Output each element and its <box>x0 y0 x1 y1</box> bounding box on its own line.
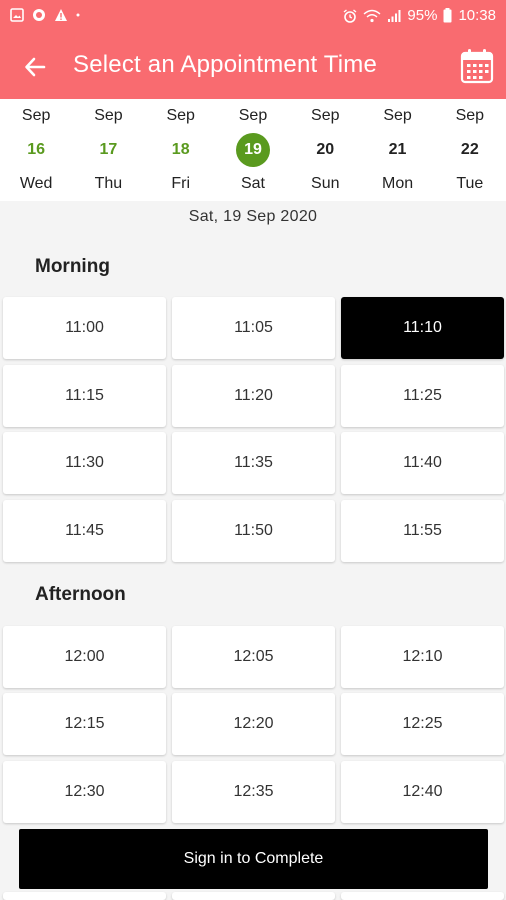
battery-icon <box>443 8 452 23</box>
date-day: 22 <box>460 141 479 158</box>
date-item[interactable]: Sep 20 Sun <box>289 99 361 201</box>
time-slot[interactable]: 11:50 <box>172 500 335 562</box>
date-month: Sep <box>383 107 412 124</box>
time-slot[interactable]: 12:20 <box>172 693 335 755</box>
date-month: Sep <box>311 107 340 124</box>
date-item[interactable]: Sep 16 Wed <box>0 99 72 201</box>
date-weekday: Tue <box>456 175 484 192</box>
date-day-selected: 19 <box>235 133 270 167</box>
date-day: 21 <box>388 141 407 158</box>
time-slot-selected[interactable]: 11:10 <box>341 297 504 359</box>
date-month: Sep <box>21 107 51 124</box>
alarm-icon <box>343 8 357 23</box>
wifi-icon <box>363 9 381 22</box>
date-month: Sep <box>455 107 485 124</box>
time-slot[interactable]: 11:55 <box>341 500 504 562</box>
calendar-button[interactable] <box>460 48 494 84</box>
time-slot-partial[interactable] <box>172 892 335 900</box>
sync-notification-icon <box>33 9 45 21</box>
clock: 10:38 <box>458 7 496 24</box>
date-day: 17 <box>99 141 118 158</box>
sign-in-to-complete-button[interactable]: Sign in to Complete <box>19 829 488 889</box>
date-month: Sep <box>94 107 123 124</box>
battery-percent: 95% <box>407 7 438 24</box>
time-slot[interactable]: 11:30 <box>3 432 166 494</box>
date-picker-strip: Sep 16 Wed Sep 17 Thu Sep 18 Fri Sep 19 … <box>0 99 506 201</box>
date-day: 20 <box>316 141 335 158</box>
time-slot[interactable]: 12:35 <box>172 761 335 823</box>
time-slot[interactable]: 12:30 <box>3 761 166 823</box>
status-bar: 95% 10:38 <box>0 0 506 34</box>
app-bar: Select an Appointment Time <box>0 34 506 99</box>
date-weekday: Wed <box>19 175 53 192</box>
time-slot[interactable]: 12:05 <box>172 626 335 688</box>
date-item-selected[interactable]: Sep 19 Sat <box>217 99 289 201</box>
back-button[interactable] <box>18 50 52 84</box>
date-item[interactable]: Sep 17 Thu <box>72 99 144 201</box>
date-month: Sep <box>166 107 195 124</box>
selected-date-label: Sat, 19 Sep 2020 <box>188 208 318 225</box>
afternoon-heading: Afternoon <box>35 584 126 605</box>
date-weekday: Fri <box>171 175 191 192</box>
status-system: 95% 10:38 <box>343 7 496 24</box>
date-day: 16 <box>27 141 46 158</box>
time-slot[interactable]: 11:45 <box>3 500 166 562</box>
time-slot[interactable]: 11:15 <box>3 365 166 427</box>
time-slot[interactable]: 12:40 <box>341 761 504 823</box>
time-slot[interactable]: 11:20 <box>172 365 335 427</box>
time-slot[interactable]: 11:40 <box>341 432 504 494</box>
date-item[interactable]: Sep 21 Mon <box>361 99 433 201</box>
date-weekday: Thu <box>94 175 123 192</box>
arrow-left-icon <box>25 57 46 77</box>
date-weekday: Sun <box>311 175 340 192</box>
time-slot-partial[interactable] <box>341 892 504 900</box>
status-notifications <box>10 8 80 22</box>
time-slot[interactable]: 11:00 <box>3 297 166 359</box>
time-slot-partial[interactable] <box>3 892 166 900</box>
page-title: Select an Appointment Time <box>73 51 378 78</box>
date-month: Sep <box>238 107 268 124</box>
time-slot[interactable]: 12:10 <box>341 626 504 688</box>
date-item[interactable]: Sep 18 Fri <box>145 99 217 201</box>
time-slot[interactable]: 11:35 <box>172 432 335 494</box>
time-slot[interactable]: 11:05 <box>172 297 335 359</box>
date-weekday: Mon <box>381 175 414 192</box>
date-day: 18 <box>171 141 190 158</box>
image-notification-icon <box>10 8 24 22</box>
time-slot[interactable]: 11:25 <box>341 365 504 427</box>
date-weekday: Sat <box>240 175 265 192</box>
time-slot[interactable]: 12:25 <box>341 693 504 755</box>
time-slot[interactable]: 12:00 <box>3 626 166 688</box>
warning-icon <box>55 9 67 21</box>
calendar-icon <box>460 49 494 84</box>
time-slot[interactable]: 12:15 <box>3 693 166 755</box>
signal-icon <box>388 9 401 22</box>
date-item[interactable]: Sep 22 Tue <box>434 99 506 201</box>
morning-heading: Morning <box>35 256 110 277</box>
dot-icon <box>76 13 80 17</box>
